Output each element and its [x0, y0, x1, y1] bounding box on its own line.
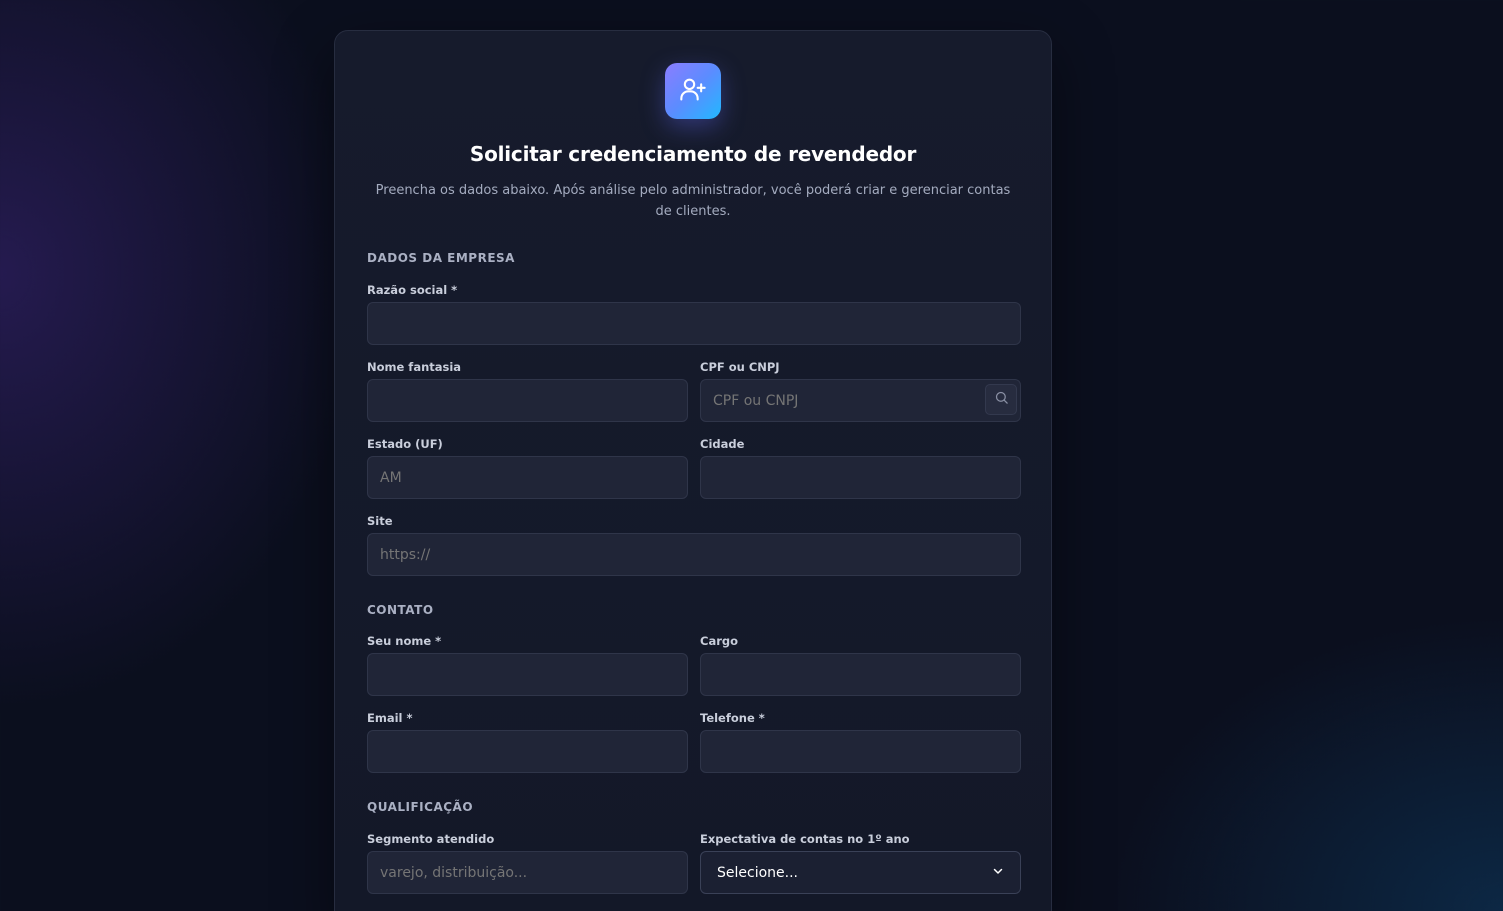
- cpf-cnpj-label: CPF ou CNPJ: [700, 360, 780, 374]
- segmento-label: Segmento atendido: [367, 832, 495, 846]
- expectativa-select[interactable]: Selecione...: [700, 851, 1021, 894]
- nome-fantasia-label: Nome fantasia: [367, 360, 462, 374]
- cpf-cnpj-group: [700, 379, 1021, 422]
- registration-card: Solicitar credenciamento de revendedor P…: [334, 30, 1052, 911]
- cpf-cnpj-input[interactable]: [700, 379, 1021, 422]
- seu-nome-label: Seu nome *: [367, 634, 442, 648]
- nome-fantasia-input[interactable]: [367, 379, 688, 422]
- site-label: Site: [367, 514, 393, 528]
- expectativa-label: Expectativa de contas no 1º ano: [700, 832, 910, 846]
- razao-social-input[interactable]: [367, 302, 1021, 345]
- cidade-input[interactable]: [700, 456, 1021, 499]
- email-label: Email *: [367, 711, 413, 725]
- page-subtitle: Preencha os dados abaixo. Após análise p…: [375, 183, 1011, 219]
- section-heading-empresa: DADOS DA EMPRESA: [367, 251, 515, 265]
- page-title: Solicitar credenciamento de revendedor: [469, 142, 917, 166]
- email-input[interactable]: [367, 730, 688, 773]
- seu-nome-input[interactable]: [367, 653, 688, 696]
- section-heading-qualificacao: QUALIFICAÇÃO: [367, 800, 474, 814]
- segmento-input[interactable]: [367, 851, 688, 894]
- search-icon: [994, 390, 1009, 409]
- section-heading-contato: CONTATO: [367, 603, 434, 617]
- chevron-down-icon: [992, 865, 1004, 881]
- user-plus-icon: [679, 75, 707, 107]
- razao-social-label: Razão social *: [367, 283, 458, 297]
- site-input[interactable]: [367, 533, 1021, 576]
- expectativa-selected-value: Selecione...: [717, 864, 798, 881]
- estado-input[interactable]: [367, 456, 688, 499]
- telefone-input[interactable]: [700, 730, 1021, 773]
- estado-label: Estado (UF): [367, 437, 443, 451]
- cargo-input[interactable]: [700, 653, 1021, 696]
- cidade-label: Cidade: [700, 437, 745, 451]
- telefone-label: Telefone *: [700, 711, 765, 725]
- cnpj-search-button[interactable]: [985, 384, 1017, 415]
- cargo-label: Cargo: [700, 634, 739, 648]
- logo-badge: [665, 63, 721, 119]
